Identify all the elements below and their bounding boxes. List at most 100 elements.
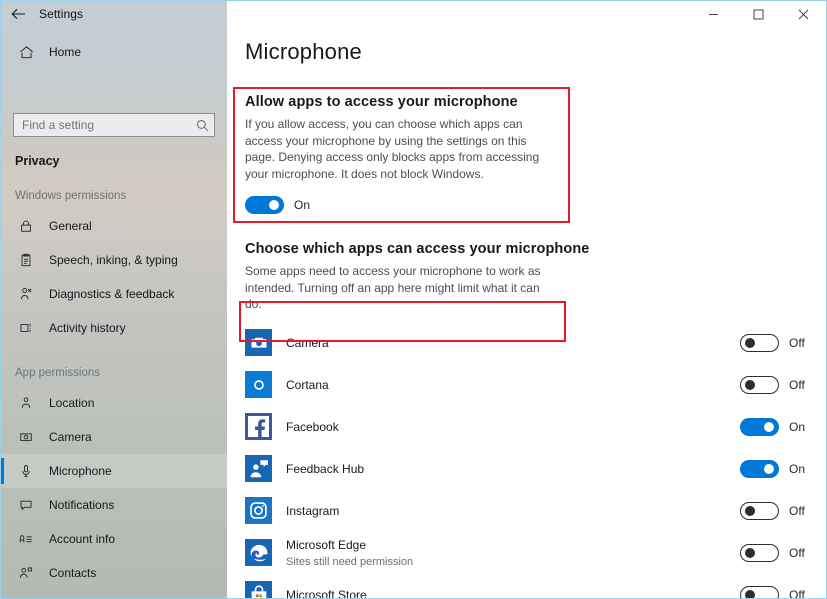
sidebar-item-diagnostics-label: Diagnostics & feedback xyxy=(49,287,175,301)
sidebar-item-account-info[interactable]: Account info xyxy=(1,522,227,556)
sidebar-item-location[interactable]: Location xyxy=(1,386,227,420)
toggle-switch[interactable] xyxy=(740,459,779,478)
app-permission-list: Camera Off Cortana Off Facebook On Feedb… xyxy=(227,322,826,599)
app-row-feedback-hub[interactable]: Feedback Hub On xyxy=(237,448,826,490)
toggle-switch[interactable] xyxy=(740,333,779,352)
sidebar-item-calendar[interactable]: Calendar xyxy=(1,590,227,598)
search-container xyxy=(1,69,227,137)
sidebar-item-general-label: General xyxy=(49,219,92,233)
app-label-facebook: Facebook xyxy=(272,418,740,436)
app-name: Feedback Hub xyxy=(286,461,365,476)
sidebar-item-location-label: Location xyxy=(49,396,95,410)
toggle-state-label: Off xyxy=(789,335,805,350)
lock-icon xyxy=(15,215,37,237)
toggle-switch[interactable] xyxy=(740,543,779,562)
allow-access-toggle[interactable] xyxy=(245,196,284,214)
instagram-app-icon xyxy=(245,497,272,524)
app-toggle-instagram[interactable]: Off xyxy=(740,501,826,520)
sidebar-item-home-label: Home xyxy=(49,45,82,59)
toggle-switch[interactable] xyxy=(740,501,779,520)
sidebar-item-camera[interactable]: Camera xyxy=(1,420,227,454)
app-row-cortana[interactable]: Cortana Off xyxy=(237,364,826,406)
app-label-instagram: Instagram xyxy=(272,502,740,520)
cortana-app-icon xyxy=(245,371,272,398)
app-toggle-facebook[interactable]: On xyxy=(740,417,826,436)
app-name: Microsoft Edge xyxy=(286,538,367,552)
sidebar-group-label-app-permissions: App permissions xyxy=(15,367,101,379)
app-name: Instagram xyxy=(286,503,340,518)
app-toggle-microsoft-edge[interactable]: Off xyxy=(740,543,826,562)
sidebar-group-label-windows-permissions: Windows permissions xyxy=(15,190,127,202)
sidebar-item-general[interactable]: General xyxy=(1,209,227,243)
toggle-state-label: Off xyxy=(789,503,805,518)
toggle-state-label: On xyxy=(789,419,806,434)
toggle-state-label: Off xyxy=(789,545,805,560)
minimize-button[interactable] xyxy=(691,2,736,27)
window-controls xyxy=(227,1,826,27)
sidebar-item-microphone[interactable]: Microphone xyxy=(1,454,227,488)
app-row-camera[interactable]: Camera Off xyxy=(237,322,826,364)
app-name: Cortana xyxy=(286,377,329,392)
close-button[interactable] xyxy=(781,2,826,27)
contacts-icon xyxy=(15,562,37,584)
app-label-microsoft-edge: Microsoft Edge Sites still need permissi… xyxy=(272,536,740,569)
app-name: Microsoft Store xyxy=(286,587,367,599)
clipboard-icon xyxy=(15,249,37,271)
sidebar-item-contacts[interactable]: Contacts xyxy=(1,556,227,590)
app-toggle-camera[interactable]: Off xyxy=(740,333,826,352)
sidebar-item-microphone-label: Microphone xyxy=(49,464,112,478)
allow-access-toggle-row[interactable]: On xyxy=(245,196,826,214)
sidebar-item-home[interactable]: Home xyxy=(1,35,227,69)
maximize-button[interactable] xyxy=(736,2,781,27)
activity-history-icon xyxy=(15,317,37,339)
feedback-hub-app-icon xyxy=(245,455,272,482)
page-title: Microphone xyxy=(245,39,362,64)
toggle-state-label: Off xyxy=(789,587,805,599)
app-label-feedback-hub: Feedback Hub xyxy=(272,460,740,478)
search-icon[interactable] xyxy=(190,114,214,136)
app-toggle-microsoft-store[interactable]: Off xyxy=(740,585,826,599)
app-label-cortana: Cortana xyxy=(272,376,740,394)
app-title: Settings xyxy=(39,7,84,21)
camera-app-icon xyxy=(245,329,272,356)
app-row-microsoft-edge[interactable]: Microsoft Edge Sites still need permissi… xyxy=(237,532,826,574)
allow-access-heading: Allow apps to access your microphone xyxy=(245,94,518,110)
app-row-instagram[interactable]: Instagram Off xyxy=(237,490,826,532)
search-box[interactable] xyxy=(13,113,215,137)
app-label-camera: Camera xyxy=(272,334,740,352)
search-input[interactable] xyxy=(14,118,190,132)
app-sublabel: Sites still need permission xyxy=(286,556,414,568)
app-row-facebook[interactable]: Facebook On xyxy=(237,406,826,448)
sidebar-item-speech-inking-typing[interactable]: Speech, inking, & typing xyxy=(1,243,227,277)
sidebar-item-diagnostics-feedback[interactable]: Diagnostics & feedback xyxy=(1,277,227,311)
notification-icon xyxy=(15,494,37,516)
microphone-icon xyxy=(15,460,37,482)
toggle-state-label: Off xyxy=(789,377,805,392)
back-arrow-icon[interactable] xyxy=(1,1,35,27)
location-pin-icon xyxy=(15,392,37,414)
toggle-switch[interactable] xyxy=(740,585,779,598)
account-info-icon xyxy=(15,528,37,550)
app-toggle-cortana[interactable]: Off xyxy=(740,375,826,394)
choose-apps-description: Some apps need to access your microphone… xyxy=(245,264,541,311)
sidebar-item-camera-label: Camera xyxy=(49,430,92,444)
app-name: Camera xyxy=(286,335,329,350)
sidebar-item-activity-history[interactable]: Activity history xyxy=(1,311,227,345)
choose-apps-section: Choose which apps can access your microp… xyxy=(227,241,826,313)
main-content: Microphone Allow apps to access your mic… xyxy=(227,27,826,599)
title-bar-left: Settings xyxy=(1,1,227,27)
sidebar-item-contacts-label: Contacts xyxy=(49,566,97,580)
allow-access-description: If you allow access, you can choose whic… xyxy=(245,117,540,181)
app-toggle-feedback-hub[interactable]: On xyxy=(740,459,826,478)
sidebar-item-notifications[interactable]: Notifications xyxy=(1,488,227,522)
sidebar-item-notifications-label: Notifications xyxy=(49,498,115,512)
toggle-state-label: On xyxy=(789,461,806,476)
app-name: Facebook xyxy=(286,419,339,434)
toggle-switch[interactable] xyxy=(740,375,779,394)
toggle-switch[interactable] xyxy=(740,417,779,436)
app-row-microsoft-store[interactable]: Microsoft Store Off xyxy=(237,574,826,599)
sidebar: Home Privacy Windows permissions Gener xyxy=(1,27,227,598)
app-label-microsoft-store: Microsoft Store xyxy=(272,586,740,599)
choose-apps-heading: Choose which apps can access your microp… xyxy=(245,241,590,257)
settings-window: Settings Home Find a setting Privacy Win… xyxy=(0,0,827,599)
